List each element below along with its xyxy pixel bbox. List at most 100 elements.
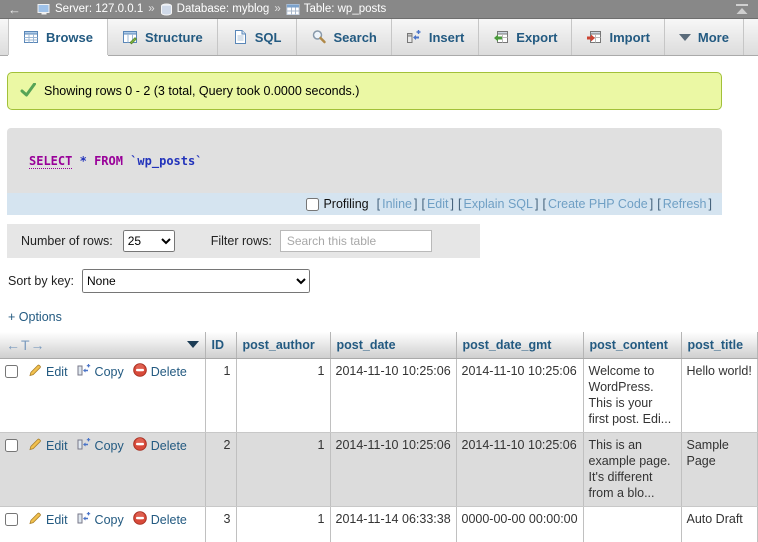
breadcrumb-server[interactable]: Server: 127.0.0.1	[37, 3, 143, 16]
row-select-checkbox[interactable]	[5, 365, 18, 378]
delete-link[interactable]: Delete	[151, 364, 187, 380]
filter-input[interactable]	[280, 230, 432, 252]
sql-icon	[232, 29, 248, 45]
browse-icon	[23, 29, 39, 45]
header-row: ←T→ ID post_author post_date post_date_g…	[0, 332, 758, 358]
actions-header: ←T→	[0, 332, 205, 358]
sql-keyword-select[interactable]: SELECT	[29, 154, 72, 169]
inline-link[interactable]: Inline	[382, 197, 412, 211]
cell-post-title[interactable]: Sample Page	[681, 432, 758, 506]
tab-browse[interactable]: Browse	[8, 19, 108, 55]
sql-toolbar: Profiling [ Inline ] [ Edit ] [ Explain …	[7, 193, 722, 215]
profiling-toggle[interactable]: Profiling	[306, 197, 368, 211]
delete-icon	[133, 437, 147, 455]
sql-query-box: SELECT * FROM `wp_posts` Profiling [ Inl…	[7, 128, 722, 215]
cell-id[interactable]: 2	[205, 432, 236, 506]
breadcrumb-separator: »	[274, 3, 280, 15]
cell-post-author[interactable]: 1	[236, 358, 330, 432]
collapse-panel-icon[interactable]	[734, 3, 750, 15]
tab-structure[interactable]: Structure	[108, 19, 218, 55]
edit-link[interactable]: Edit	[46, 438, 68, 454]
tab-search[interactable]: Search	[297, 19, 392, 55]
cell-post-title[interactable]: Hello world!	[681, 358, 758, 432]
row-actions: Edit Copy Delete	[0, 358, 205, 432]
cell-post-title[interactable]: Auto Draft	[681, 506, 758, 542]
table-row: Edit Copy Delete 3 1 2014-11-14 06:33:38…	[0, 506, 758, 542]
tab-export[interactable]: Export	[479, 19, 572, 55]
import-icon	[586, 29, 602, 45]
sql-table-identifier: `wp_posts`	[130, 154, 202, 168]
edit-pencil-icon	[28, 437, 42, 455]
breadcrumb-database[interactable]: Database: myblog	[160, 3, 270, 16]
cell-id[interactable]: 3	[205, 506, 236, 542]
sql-keyword-from: FROM	[94, 154, 123, 168]
sql-query-text: SELECT * FROM `wp_posts`	[7, 128, 722, 193]
more-dropdown-icon	[679, 34, 691, 41]
cell-post-date[interactable]: 2014-11-14 06:33:38	[330, 506, 456, 542]
edit-query-link[interactable]: Edit	[427, 197, 449, 211]
table-row: Edit Copy Delete 2 1 2014-11-10 10:25:06…	[0, 432, 758, 506]
cell-post-author[interactable]: 1	[236, 432, 330, 506]
column-header-post-author[interactable]: post_author	[236, 332, 330, 358]
tab-more[interactable]: More	[665, 19, 744, 55]
copy-icon	[77, 511, 91, 529]
column-header-post-content[interactable]: post_content	[583, 332, 681, 358]
search-icon	[311, 29, 327, 45]
tab-sql[interactable]: SQL	[218, 19, 297, 55]
sort-by-key-label: Sort by key:	[8, 274, 74, 288]
tab-import[interactable]: Import	[572, 19, 664, 55]
edit-link[interactable]: Edit	[46, 364, 68, 380]
breadcrumb-table[interactable]: Table: wp_posts	[286, 3, 386, 16]
sort-key-select[interactable]: None	[82, 269, 310, 293]
back-arrow-icon[interactable]: ←	[8, 2, 21, 17]
cell-post-date-gmt[interactable]: 2014-11-10 10:25:06	[456, 358, 583, 432]
copy-link[interactable]: Copy	[95, 364, 124, 380]
row-select-checkbox[interactable]	[5, 439, 18, 452]
column-header-id[interactable]: ID	[205, 332, 236, 358]
rows-controls: Number of rows: 25 Filter rows:	[7, 224, 480, 258]
edit-link[interactable]: Edit	[46, 512, 68, 528]
tab-insert[interactable]: Insert	[392, 19, 479, 55]
rows-count-select[interactable]: 25	[123, 230, 175, 252]
delete-link[interactable]: Delete	[151, 512, 187, 528]
transpose-controls[interactable]: ←T→	[6, 337, 46, 353]
status-message-text: Showing rows 0 - 2 (3 total, Query took …	[44, 84, 359, 98]
success-check-icon	[20, 83, 36, 100]
cell-post-date[interactable]: 2014-11-10 10:25:06	[330, 358, 456, 432]
row-actions: Edit Copy Delete	[0, 432, 205, 506]
row-actions: Edit Copy Delete	[0, 506, 205, 542]
results-table: ←T→ ID post_author post_date post_date_g…	[0, 332, 758, 542]
options-toggle[interactable]: + Options	[8, 310, 62, 324]
column-header-post-title[interactable]: post_title	[681, 332, 758, 358]
delete-icon	[133, 511, 147, 529]
status-message: Showing rows 0 - 2 (3 total, Query took …	[7, 72, 722, 110]
delete-link[interactable]: Delete	[151, 438, 187, 454]
column-header-post-date-gmt[interactable]: post_date_gmt	[456, 332, 583, 358]
edit-pencil-icon	[28, 511, 42, 529]
create-php-code-link[interactable]: Create PHP Code	[548, 197, 648, 211]
column-header-post-date[interactable]: post_date	[330, 332, 456, 358]
row-select-checkbox[interactable]	[5, 513, 18, 526]
cell-post-content[interactable]	[583, 506, 681, 542]
sql-star: *	[80, 154, 87, 168]
cell-post-date-gmt[interactable]: 2014-11-10 10:25:06	[456, 432, 583, 506]
export-icon	[493, 29, 509, 45]
breadcrumb-separator: »	[148, 3, 154, 15]
explain-sql-link[interactable]: Explain SQL	[463, 197, 532, 211]
cell-post-author[interactable]: 1	[236, 506, 330, 542]
profiling-checkbox[interactable]	[306, 198, 319, 211]
cell-post-content[interactable]: Welcome to WordPress. This is your first…	[583, 358, 681, 432]
copy-link[interactable]: Copy	[95, 438, 124, 454]
refresh-link[interactable]: Refresh	[663, 197, 707, 211]
edit-pencil-icon	[28, 363, 42, 381]
with-selected-dropdown-icon[interactable]	[187, 341, 199, 348]
cell-post-date-gmt[interactable]: 0000-00-00 00:00:00	[456, 506, 583, 542]
cell-post-content[interactable]: This is an example page. It's different …	[583, 432, 681, 506]
table-row: Edit Copy Delete 1 1 2014-11-10 10:25:06…	[0, 358, 758, 432]
copy-link[interactable]: Copy	[95, 512, 124, 528]
cell-id[interactable]: 1	[205, 358, 236, 432]
phpmyadmin-page: ← Server: 127.0.0.1 » Database: myblog »…	[0, 0, 758, 542]
tab-bar: Browse Structure SQL Search Insert Expor…	[0, 19, 758, 56]
cell-post-date[interactable]: 2014-11-10 10:25:06	[330, 432, 456, 506]
copy-icon	[77, 363, 91, 381]
